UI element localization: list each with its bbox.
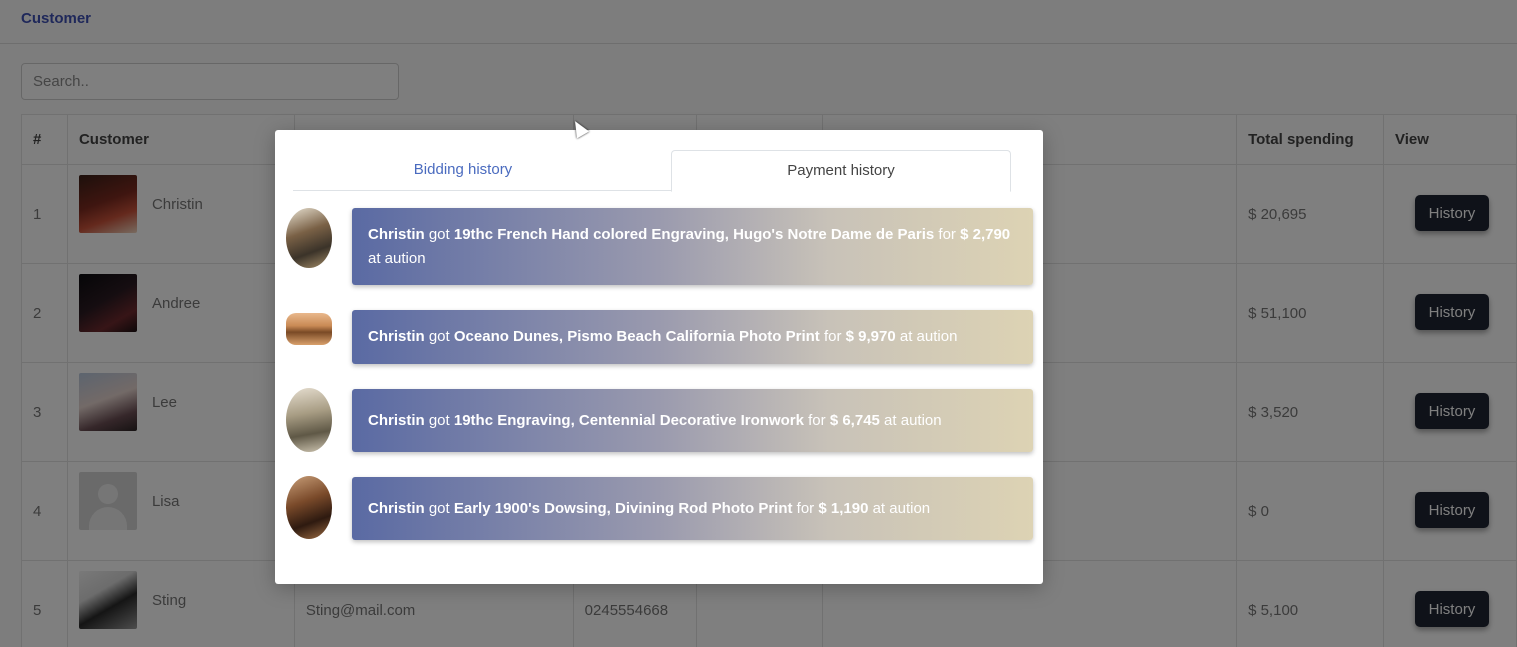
suffix-text: at aution (884, 411, 942, 429)
buyer-name: Christin (368, 328, 425, 345)
suffix-text: at aution (899, 328, 958, 345)
buyer-name: Christin (368, 225, 425, 243)
payment-card: Christin got Oceano Dunes, Pismo Beach C… (352, 310, 1033, 364)
payment-card: Christin got Early 1900's Dowsing, Divin… (352, 477, 1033, 540)
for-text: for (823, 328, 842, 345)
item-name: 19thc French Hand colored Engraving, Hug… (453, 225, 935, 243)
payment-card: Christin got 19thc Engraving, Centennial… (352, 389, 1033, 452)
suffix-text: at aution (872, 499, 931, 517)
item-name: 19thc Engraving, Centennial Decorative I… (453, 411, 804, 429)
item-thumbnail (286, 476, 332, 539)
for-text: for (808, 411, 826, 429)
for-text: for (796, 499, 815, 517)
payment-card: Christin got 19thc French Hand colored E… (352, 208, 1033, 285)
buyer-name: Christin (368, 499, 425, 517)
price: $ 1,190 (818, 499, 869, 517)
buyer-name: Christin (368, 411, 425, 429)
item-thumbnail (286, 388, 332, 452)
price: $ 9,970 (845, 328, 896, 345)
item-name: Oceano Dunes, Pismo Beach California Pho… (453, 328, 820, 345)
got-text: got (428, 411, 450, 429)
price: $ 6,745 (829, 411, 880, 429)
history-modal: Bidding history Payment history Christin… (275, 130, 1043, 584)
item-name: Early 1900's Dowsing, Divining Rod Photo… (453, 499, 793, 517)
item-thumbnail (286, 313, 332, 345)
suffix-text: at aution (368, 249, 426, 267)
tab-bidding-history[interactable]: Bidding history (293, 150, 633, 191)
got-text: got (428, 328, 450, 345)
price: $ 2,790 (960, 225, 1011, 243)
got-text: got (428, 499, 450, 517)
tab-payment-history[interactable]: Payment history (671, 150, 1011, 192)
item-thumbnail (286, 208, 332, 268)
history-tabs: Bidding history Payment history (293, 150, 1011, 192)
got-text: got (428, 225, 450, 243)
for-text: for (938, 225, 956, 243)
